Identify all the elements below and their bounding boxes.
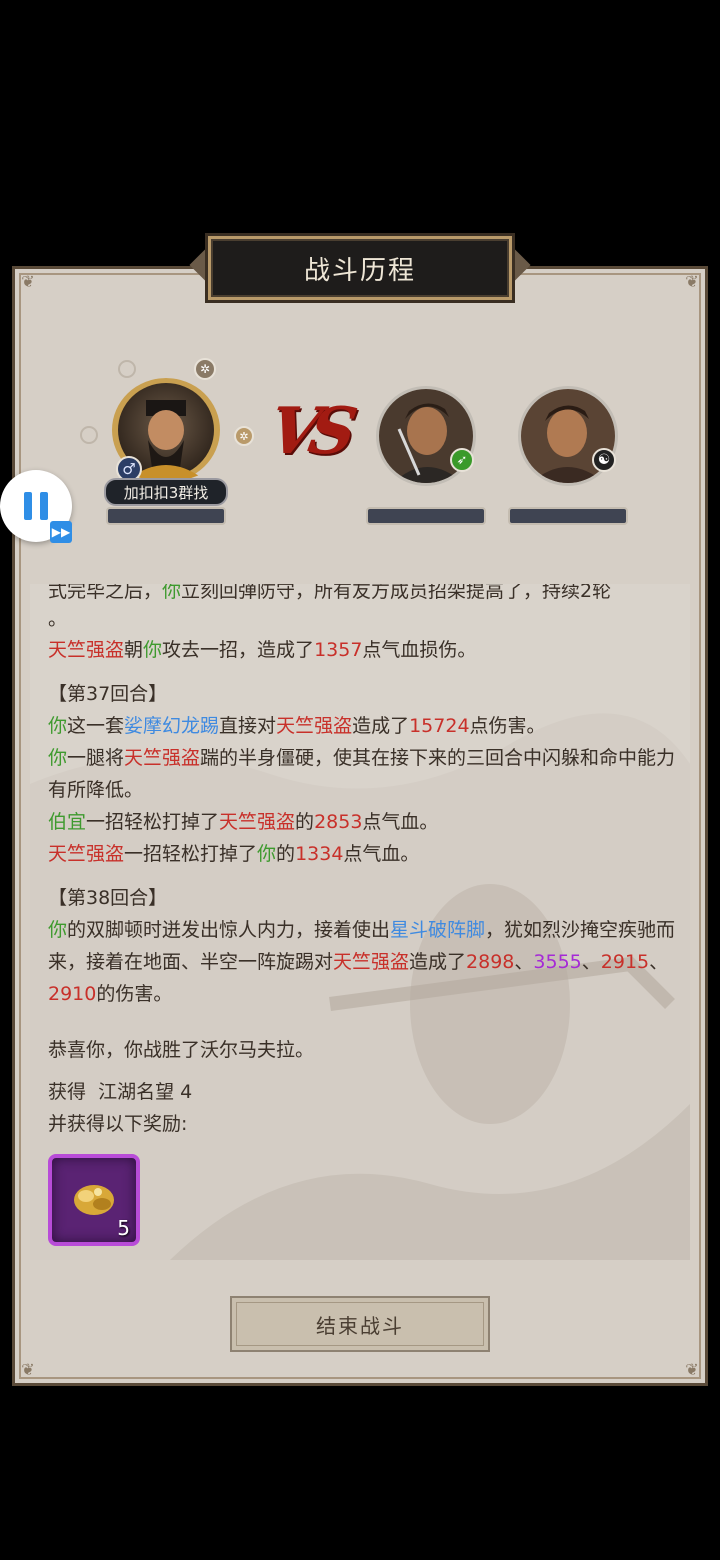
log-text: 一招轻松打掉了 [86,811,220,833]
log-text: 的双脚顿时迸发出惊人内力，接着使出 [67,919,391,941]
gain-value: 江湖名望 4 [98,1081,193,1103]
corner-ornament: ❦ [21,272,35,291]
log-text: 式完毕之后， [48,584,163,602]
log-text: 点气血。 [343,843,420,865]
log-text-player: 你 [162,584,182,602]
reward-count: 5 [117,1216,130,1240]
log-number: 2898 [466,951,515,973]
end-battle-button[interactable]: 结束战斗 [230,1296,490,1352]
victory-text: 恭喜你，你战胜了沃尔马夫拉。 [48,1039,315,1061]
log-text-player: 你 [143,639,163,661]
log-text-player: 你 [48,747,68,769]
log-text-enemy: 天竺强盗 [48,639,125,661]
player-name: 加扣扣3群找 [104,478,228,506]
log-text-player: 你 [48,715,68,737]
log-number: 2910 [48,983,97,1005]
log-line: 你这一套娑摩幻龙踢直接对天竺强盗造成了15724点伤害。 [48,710,678,742]
log-skill: 娑摩幻龙踢 [124,715,220,737]
log-text: 点气血损伤。 [362,639,477,661]
log-text: 点气血。 [362,811,439,833]
log-text: 的伤害。 [96,983,173,1005]
log-number-critical: 3555 [533,951,582,973]
ring-ornament [118,360,136,378]
log-text: 直接对 [219,715,277,737]
gain-line: 获得 江湖名望 4 [48,1076,678,1108]
log-text: 、 [514,951,534,973]
pause-icon [24,492,32,520]
log-text-player: 你 [257,843,277,865]
log-text: 、 [581,951,601,973]
pause-icon [40,492,48,520]
enemy-hp-bar [366,507,486,525]
battle-log[interactable]: 式完毕之后，你立刻回弹防守，所有友方成员招架提高了，持续2轮 。 天竺强盗朝你攻… [30,584,690,1260]
ring-ornament [80,426,98,444]
log-line: 天竺强盗朝你攻去一招，造成了1357点气血损伤。 [48,634,678,666]
enemy-hp-bar [508,507,628,525]
log-number: 2915 [600,951,650,973]
log-text: 朝 [124,639,144,661]
log-text: 点伤害。 [469,715,546,737]
page-title-text: 战斗历程 [303,255,416,286]
corner-ornament: ❦ [685,272,699,291]
gain-label: 获得 [48,1081,87,1103]
log-text-ally: 伯宜 [48,811,87,833]
corner-ornament: ❦ [21,1360,35,1379]
log-text: 攻去一招，造成了 [162,639,315,661]
log-text: 这一套 [67,715,125,737]
log-line: 。 [48,608,68,630]
log-text-enemy: 天竺强盗 [333,951,410,973]
player-name-text: 加扣扣3群找 [123,483,209,502]
log-line: 你一腿将天竺强盗踹的半身僵硬，使其在接下来的三回合中闪躲和命中能力有所降低。 [48,742,678,806]
log-skill: 星斗破阵脚 [390,919,486,941]
corner-ornament: ❦ [685,1360,699,1379]
log-text-enemy: 天竺强盗 [219,811,296,833]
log-text: 的 [295,811,315,833]
log-number: 1334 [295,843,344,865]
log-text: 立刻回弹防守，所有友方成员招架提高了，持续2轮 [181,584,612,602]
page-title: 战斗历程 [208,236,512,300]
gear-icon: ✲ [194,358,216,380]
end-battle-label: 结束战斗 [316,1313,404,1338]
yin-yang-icon: ☯ [592,448,616,472]
reward-label: 并获得以下奖励: [48,1113,188,1135]
log-line: 伯宜一招轻松打掉了天竺强盗的2853点气血。 [48,806,678,838]
reward-item-slot[interactable]: 5 [48,1154,140,1246]
log-number: 15724 [409,715,470,737]
log-text: 造成了 [352,715,410,737]
round-header: 【第38回合】 [48,887,168,909]
log-number: 1357 [314,639,363,661]
log-text-enemy: 天竺强盗 [124,747,201,769]
log-number: 2853 [314,811,363,833]
vs-label: VS [263,394,353,469]
log-text-enemy: 天竺强盗 [276,715,353,737]
log-line: 你的双脚顿时迸发出惊人内力，接着使出星斗破阵脚，犹如烈沙掩空疾驰而来，接着在地面… [48,914,678,1010]
player-hp-bar [106,507,226,525]
log-text: 一腿将 [67,747,125,769]
leaf-icon: ➶ [450,448,474,472]
log-text-player: 你 [48,919,68,941]
log-text: 一招轻松打掉了 [124,843,258,865]
log-line: 天竺强盗一招轻松打掉了你的1334点气血。 [48,838,678,870]
fast-forward-icon[interactable]: ▶▶ [50,521,72,543]
log-text: 、 [649,951,669,973]
log-text: 造成了 [409,951,467,973]
log-text-enemy: 天竺强盗 [48,843,125,865]
gear-icon: ✲ [234,426,254,446]
log-text: 的 [276,843,296,865]
round-header: 【第37回合】 [48,683,168,705]
